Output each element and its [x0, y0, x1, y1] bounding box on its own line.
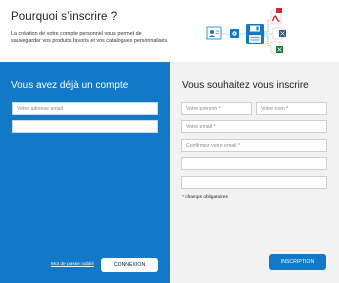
- gear-icon: [230, 29, 239, 38]
- excel-file-icon: [270, 41, 283, 54]
- firstname-input[interactable]: [181, 102, 252, 115]
- confirm-email-input[interactable]: [181, 139, 327, 152]
- login-password-input[interactable]: [12, 120, 158, 133]
- inscription-button[interactable]: INSCRIPTION: [269, 254, 326, 270]
- login-heading: Vous avez déjà un compte: [11, 80, 129, 91]
- required-fields-note: * champs obligatoires: [182, 195, 228, 200]
- pdf-file-icon: [270, 8, 282, 25]
- signup-page: Pourquoi s’inscrire ? La création de vot…: [0, 0, 339, 283]
- login-email-input[interactable]: [12, 102, 158, 115]
- intro-text: La création de votre compte personnel vo…: [11, 31, 169, 44]
- contact-card-icon: [206, 26, 222, 40]
- register-password-input[interactable]: [181, 157, 327, 170]
- register-email-input[interactable]: [181, 120, 327, 133]
- forgot-password-link[interactable]: Mot de passe oublié: [51, 262, 94, 267]
- confirm-password-input[interactable]: [181, 176, 327, 189]
- register-panel: Vous souhaitez vous inscrire * champs ob…: [170, 62, 339, 283]
- lastname-input[interactable]: [256, 102, 327, 115]
- word-file-icon: [272, 27, 286, 40]
- connexion-button[interactable]: CONNEXION: [101, 258, 158, 272]
- header: Pourquoi s’inscrire ? La création de vot…: [0, 0, 339, 58]
- floppy-disk-icon: [246, 24, 264, 44]
- register-heading: Vous souhaitez vous inscrire: [182, 80, 309, 91]
- login-panel: Vous avez déjà un compte Mot de passe ou…: [0, 62, 170, 283]
- save-documents-illustration: [206, 8, 286, 54]
- page-title: Pourquoi s’inscrire ?: [11, 11, 118, 23]
